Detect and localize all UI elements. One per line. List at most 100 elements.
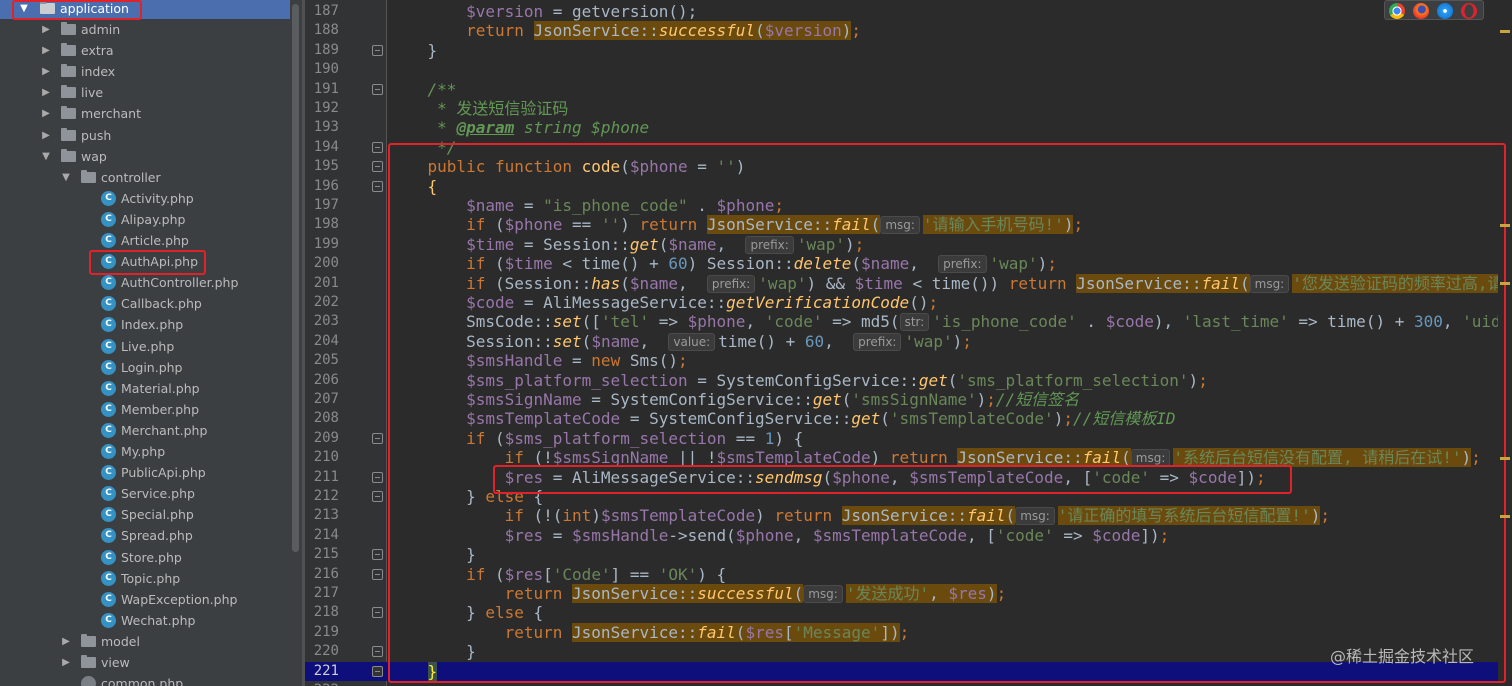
chevron-right-icon[interactable]: ▶ xyxy=(40,19,52,40)
php-class-icon: C xyxy=(101,338,116,354)
php-class-icon: C xyxy=(101,591,116,607)
code-line[interactable] xyxy=(387,60,1512,79)
firefox-icon[interactable] xyxy=(1413,3,1429,19)
tree-folder-item[interactable]: ▶ index xyxy=(0,61,290,82)
code-line[interactable]: $version = getversion(); xyxy=(387,2,1512,21)
tree-folder-item[interactable]: ▶ push xyxy=(0,125,290,146)
tree-folder-item[interactable]: ▶ view xyxy=(0,652,290,673)
tree-file-item[interactable]: C Member.php xyxy=(0,399,290,420)
tree-item-label: view xyxy=(101,655,130,670)
fold-toggle-icon[interactable] xyxy=(372,141,383,153)
php-class-icon: C xyxy=(101,528,116,544)
tree-file-item[interactable]: C Material.php xyxy=(0,378,290,399)
line-number: 215 xyxy=(313,546,339,563)
sidebar-scrollbar-thumb[interactable] xyxy=(292,4,299,552)
fold-toggle-icon[interactable] xyxy=(372,607,383,619)
fold-toggle-icon[interactable] xyxy=(372,491,383,502)
chevron-right-icon[interactable]: ▶ xyxy=(40,103,52,124)
tree-file-item[interactable]: C Store.php xyxy=(0,547,290,568)
chevron-right-icon[interactable]: ▶ xyxy=(40,61,52,82)
tree-folder-item[interactable]: ▶ merchant xyxy=(0,103,290,124)
tree-file-item[interactable]: C Article.php xyxy=(0,230,290,251)
chrome-icon[interactable] xyxy=(1389,3,1405,19)
tree-file-item[interactable]: C Special.php xyxy=(0,504,290,525)
chevron-right-icon[interactable]: ▶ xyxy=(40,125,52,146)
line-number: 187 xyxy=(313,3,339,19)
tree-file-item[interactable]: C Spread.php xyxy=(0,525,290,546)
scrollbar-marker[interactable] xyxy=(1500,282,1510,285)
tree-file-item[interactable]: C Wechat.php xyxy=(0,610,290,631)
php-class-icon: C xyxy=(101,380,116,396)
chevron-down-icon[interactable]: ▼ xyxy=(40,146,52,167)
safari-icon[interactable] xyxy=(1437,3,1453,19)
line-number: 211 xyxy=(313,468,339,485)
scrollbar-marker[interactable] xyxy=(1500,515,1510,518)
scrollbar-marker[interactable] xyxy=(1500,457,1510,460)
line-number: 220 xyxy=(313,643,339,660)
code-line[interactable]: return JsonService::successful($version)… xyxy=(387,21,1512,41)
tree-folder-item[interactable]: ▼ wap xyxy=(0,146,290,167)
code-line[interactable]: /** xyxy=(387,80,1512,99)
tree-item-label: Login.php xyxy=(121,359,183,375)
fold-toggle-icon[interactable] xyxy=(372,568,383,580)
tree-file-item[interactable]: C Callback.php xyxy=(0,293,290,314)
chevron-down-icon[interactable]: ▼ xyxy=(60,167,72,188)
scrollbar-marker[interactable] xyxy=(1500,224,1510,227)
opera-icon[interactable] xyxy=(1461,3,1477,19)
line-number: 192 xyxy=(313,100,339,116)
tree-file-item[interactable]: C WapException.php xyxy=(0,589,290,610)
fold-toggle-icon[interactable] xyxy=(372,471,383,483)
code-token: * 发送短信验证码 xyxy=(427,99,569,118)
tree-file-item[interactable]: C Topic.php xyxy=(0,568,290,589)
fold-toggle-icon[interactable] xyxy=(372,432,383,444)
tree-file-item[interactable]: C Index.php xyxy=(0,314,290,335)
code-line[interactable]: * 发送短信验证码 xyxy=(387,99,1512,118)
tree-item-label: Article.php xyxy=(121,233,189,248)
line-number: 206 xyxy=(313,371,339,388)
tree-file-item[interactable]: C Activity.php xyxy=(0,188,290,209)
tree-file-item[interactable]: C Service.php xyxy=(0,483,290,504)
tree-file-item[interactable]: common.php xyxy=(0,673,290,686)
fold-toggle-icon[interactable] xyxy=(372,44,383,56)
tree-item-label: Store.php xyxy=(121,549,182,565)
chevron-right-icon[interactable]: ▶ xyxy=(40,40,52,61)
tree-item-label: push xyxy=(81,127,112,143)
tree-folder-item[interactable]: ▶ model xyxy=(0,631,290,652)
fold-toggle-icon[interactable] xyxy=(372,665,383,677)
tree-item-label: extra xyxy=(81,43,114,59)
folder-icon xyxy=(81,633,96,647)
tree-file-item[interactable]: C Live.php xyxy=(0,336,290,357)
fold-toggle-icon[interactable] xyxy=(372,549,383,561)
tree-folder-item[interactable]: ▶ live xyxy=(0,82,290,103)
code-line[interactable]: } xyxy=(387,41,1512,60)
tree-file-item[interactable]: C PublicApi.php xyxy=(0,462,290,483)
php-class-icon: C xyxy=(101,549,116,565)
tree-file-item[interactable]: C Alipay.php xyxy=(0,209,290,230)
line-number: 205 xyxy=(313,352,339,369)
tree-file-item[interactable]: C My.php xyxy=(0,441,290,462)
fold-toggle-icon[interactable] xyxy=(372,83,383,95)
tree-file-item[interactable]: C Merchant.php xyxy=(0,420,290,441)
tree-folder-item[interactable]: ▶ admin xyxy=(0,19,290,40)
tree-file-item[interactable]: C Login.php xyxy=(0,357,290,378)
line-number: 222 xyxy=(305,681,339,686)
chevron-right-icon[interactable]: ▶ xyxy=(60,631,72,652)
scrollbar-marker[interactable] xyxy=(1500,30,1510,33)
tree-folder-item[interactable]: ▶ extra xyxy=(0,40,290,61)
tree-item-label: live xyxy=(81,85,104,101)
php-class-icon: C xyxy=(101,507,116,523)
fold-toggle-icon[interactable] xyxy=(372,180,383,192)
annotation-box-application xyxy=(12,0,142,20)
code-text: } xyxy=(389,40,438,60)
tree-folder-item[interactable]: ▼ controller xyxy=(0,167,290,188)
line-number: 190 xyxy=(313,61,339,78)
fold-toggle-icon[interactable] xyxy=(372,646,383,658)
php-class-icon: C xyxy=(101,190,116,206)
code-line[interactable]: * @param string $phone xyxy=(387,118,1512,137)
chevron-right-icon[interactable]: ▶ xyxy=(60,652,72,673)
tree-file-item[interactable]: C AuthController.php xyxy=(0,272,290,293)
line-number: 209 xyxy=(313,429,339,446)
chevron-right-icon[interactable]: ▶ xyxy=(40,82,52,103)
code-token: string $phone xyxy=(514,118,650,138)
fold-toggle-icon[interactable] xyxy=(372,161,383,173)
